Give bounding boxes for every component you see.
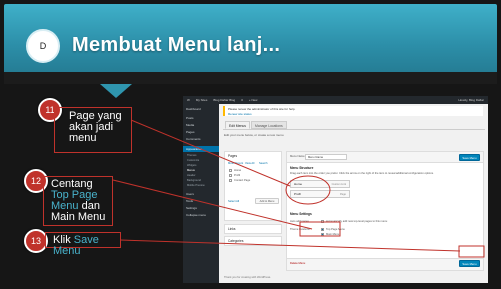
sidebar-item-tools[interactable]: Tools <box>186 199 193 203</box>
location-label-main-menu: Main Menu <box>326 232 340 236</box>
site-name-link[interactable]: Blog Daftar Blog <box>213 98 235 102</box>
menu-item-home-label: Home <box>294 182 303 186</box>
step-12-callout: Centang Top Page Menu dan Main Menu <box>43 176 113 226</box>
pages-box-title: Pages <box>228 154 238 158</box>
sidebar-item-media[interactable]: Media <box>186 123 194 127</box>
location-checkbox-top-page-menu[interactable] <box>321 228 324 231</box>
menu-item-home-type: Custom Link <box>331 183 346 186</box>
admin-notice: Please renew the administrator of this s… <box>223 106 483 116</box>
sidebar-sub-menus[interactable]: Menus <box>187 169 195 172</box>
my-sites-link[interactable]: My Sites <box>196 98 208 102</box>
new-content-link[interactable]: + New <box>249 98 258 102</box>
save-menu-button-top[interactable]: Save Menu <box>459 154 480 161</box>
menu-structure-hint: Drag each item into the order you prefer… <box>290 172 434 175</box>
sidebar-sub-mobile-preview[interactable]: Mobile Preview <box>187 184 205 187</box>
menu-edit-footer <box>287 258 483 270</box>
categories-box[interactable]: Categories <box>224 236 282 246</box>
step-11-callout: Page yang akan jadi menu <box>54 107 132 153</box>
sidebar-item-comments[interactable]: Comments <box>186 137 201 141</box>
page-checkbox-contact[interactable] <box>229 179 232 182</box>
page-label-home: Home <box>234 168 242 172</box>
wordpress-screenshot: W My Sites Blog Daftar Blog 0 + New Howd… <box>183 96 488 283</box>
auto-add-text: Automatically add new top-level pages to… <box>326 219 388 223</box>
sidebar-sub-header[interactable]: Header <box>187 174 196 177</box>
wp-admin-bar: W My Sites Blog Daftar Blog 0 + New Howd… <box>183 96 488 104</box>
sidebar-sub-widgets[interactable]: Widgets <box>187 164 196 167</box>
wordpress-logo-icon[interactable]: W <box>187 98 190 102</box>
tab-manage-locations[interactable]: Manage Locations <box>251 121 287 129</box>
wp-footer-text: Thank you for creating with WordPress. <box>224 276 272 279</box>
pages-tab-view-all[interactable]: View All <box>245 162 254 165</box>
menu-item-profil[interactable]: Profil Page <box>290 190 350 198</box>
pages-box: Pages Most Recent View All Search Home P… <box>224 151 282 221</box>
sidebar-item-dashboard[interactable]: Dashboard <box>186 107 201 111</box>
slide-title: Membuat Menu lanj... <box>72 34 281 56</box>
notice-link[interactable]: Renew site status <box>228 112 252 116</box>
menu-structure-title: Menu Structure <box>290 166 314 170</box>
menu-item-home[interactable]: Home Custom Link <box>290 180 350 188</box>
categories-box-title: Categories <box>228 239 244 243</box>
sidebar-sub-themes[interactable]: Themes <box>187 154 196 157</box>
auto-add-label: Auto add pages <box>290 220 309 223</box>
select-all-link[interactable]: Select All <box>228 200 239 203</box>
menu-name-label: Menu Name <box>290 155 305 158</box>
menu-item-profil-label: Profil <box>294 192 301 196</box>
menu-item-profil-type: Page <box>339 193 346 196</box>
pages-tab-most-recent[interactable]: Most Recent <box>228 162 243 165</box>
add-to-menu-button[interactable]: Add to Menu <box>255 198 279 204</box>
sidebar-item-pages[interactable]: Pages <box>186 130 195 134</box>
sidebar-sub-customize[interactable]: Customize <box>187 159 199 162</box>
delete-menu-link[interactable]: Delete Menu <box>290 262 305 265</box>
section-badge: D <box>26 29 60 63</box>
sidebar-item-users[interactable]: Users <box>186 192 194 196</box>
location-checkbox-main-menu[interactable] <box>321 233 324 236</box>
sidebar-item-settings[interactable]: Settings <box>186 206 197 210</box>
sidebar-item-appearance[interactable]: Appearance <box>183 146 219 152</box>
sidebar-item-posts[interactable]: Posts <box>186 116 194 120</box>
page-label-profil: Profil <box>234 173 241 177</box>
banner-pointer <box>100 84 132 98</box>
auto-add-checkbox[interactable] <box>321 220 324 223</box>
wp-admin-sidebar: Dashboard Posts Media Pages Comments App… <box>183 104 219 283</box>
page-label-contact: Contact Page <box>234 178 251 182</box>
banner-divider <box>4 72 497 84</box>
sidebar-collapse-menu[interactable]: Collapse menu <box>186 213 206 217</box>
notice-text: Please renew the administrator of this s… <box>228 107 296 111</box>
page-checkbox-profil[interactable] <box>229 174 232 177</box>
page-checkbox-home[interactable] <box>229 169 232 172</box>
sidebar-sub-background[interactable]: Background <box>187 179 201 182</box>
pages-tab-search[interactable]: Search <box>259 162 268 165</box>
tab-edit-menus[interactable]: Edit Menus <box>225 121 250 129</box>
menu-settings-title: Menu Settings <box>290 212 312 216</box>
howdy-user-link[interactable]: Howdy, Blog Daftar <box>458 98 484 102</box>
step-11-text: Page yang akan jadi menu <box>69 110 122 144</box>
links-box-title: Links <box>228 227 236 231</box>
step-13-callout: Klik Save Menu <box>45 232 121 257</box>
menu-edit-panel: Menu Name Menu Utama Save Menu Menu Stru… <box>286 151 484 271</box>
slide: D Membuat Menu lanj... W My Sites Blog D… <box>0 0 501 289</box>
menu-name-input[interactable]: Menu Utama <box>305 154 347 160</box>
comments-count[interactable]: 0 <box>241 98 243 102</box>
save-menu-button-bottom[interactable]: Save Menu <box>459 260 480 267</box>
theme-locations-label: Theme locations <box>290 228 310 231</box>
tab-divider <box>223 129 485 130</box>
edit-menu-instructions: Edit your menu below, or create a new me… <box>224 133 285 137</box>
location-label-top-page-menu: Top Page Menu <box>326 227 345 231</box>
links-box[interactable]: Links <box>224 224 282 234</box>
